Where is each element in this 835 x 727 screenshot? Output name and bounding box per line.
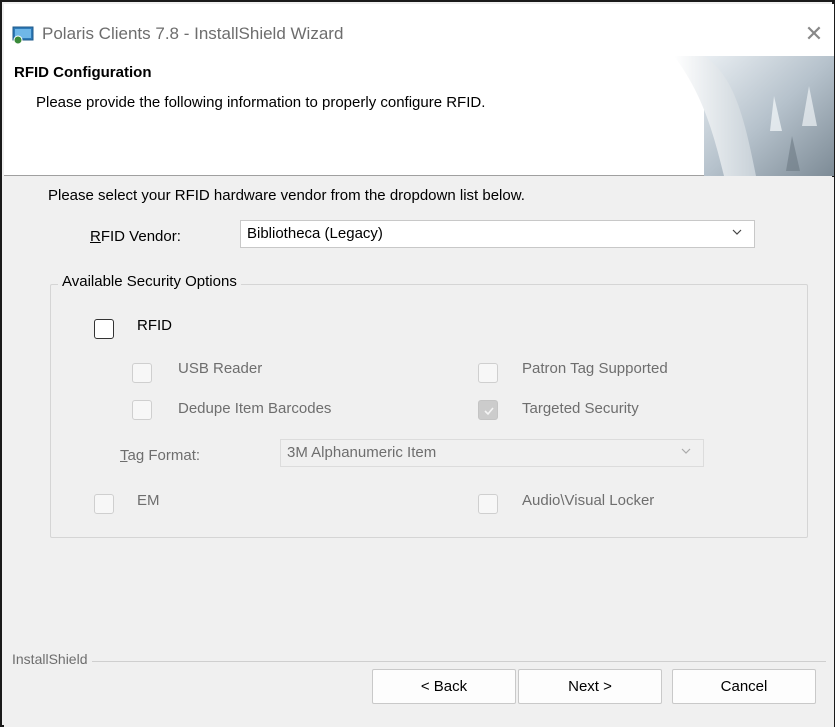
em-checkbox[interactable] xyxy=(94,494,114,514)
wizard-header: RFID Configuration Please provide the fo… xyxy=(4,56,834,176)
footer-divider xyxy=(12,661,826,662)
back-button[interactable]: < Back xyxy=(372,669,516,704)
rfid-vendor-label-text: FID Vendor: xyxy=(100,228,181,245)
title-bar[interactable]: Polaris Clients 7.8 - InstallShield Wiza… xyxy=(4,4,834,56)
window-title: Polaris Clients 7.8 - InstallShield Wiza… xyxy=(42,24,344,43)
em-label: EM xyxy=(137,492,160,509)
dedupe-barcodes-checkbox[interactable] xyxy=(132,400,152,420)
installer-dialog: Polaris Clients 7.8 - InstallShield Wiza… xyxy=(0,0,835,727)
patron-tag-label: Patron Tag Supported xyxy=(522,360,668,377)
page-subtitle: Please provide the following information… xyxy=(36,94,486,111)
chevron-down-icon xyxy=(681,448,691,454)
targeted-security-checkbox[interactable] xyxy=(478,400,498,420)
tag-format-value: 3M Alphanumeric Item xyxy=(287,444,437,461)
rfid-vendor-label: RFID Vendor: xyxy=(90,228,181,245)
rfid-vendor-dropdown[interactable]: Bibliotheca (Legacy) xyxy=(240,220,755,248)
security-options-title: Available Security Options xyxy=(58,273,241,290)
instruction-text: Please select your RFID hardware vendor … xyxy=(48,187,525,204)
tag-format-label-accelerator: T xyxy=(120,447,128,464)
tag-format-label-text: ag Format: xyxy=(127,447,201,464)
rfid-vendor-value: Bibliotheca (Legacy) xyxy=(247,225,383,242)
usb-reader-label: USB Reader xyxy=(178,360,263,377)
close-icon[interactable]: ✕ xyxy=(800,20,828,48)
tag-format-label: Tag Format: xyxy=(120,447,200,464)
next-button[interactable]: Next > xyxy=(518,669,662,704)
wizard-body: Please select your RFID hardware vendor … xyxy=(4,177,834,727)
rfid-label: RFID xyxy=(137,317,172,334)
dedupe-barcodes-label: Dedupe Item Barcodes xyxy=(178,400,332,417)
checkmark-icon xyxy=(484,407,494,416)
header-banner-image xyxy=(674,56,834,176)
targeted-security-label: Targeted Security xyxy=(522,400,639,417)
av-locker-checkbox[interactable] xyxy=(478,494,498,514)
installshield-brand: InstallShield xyxy=(12,651,92,667)
chevron-down-icon xyxy=(732,229,742,235)
tag-format-dropdown[interactable]: 3M Alphanumeric Item xyxy=(280,439,704,467)
usb-reader-checkbox[interactable] xyxy=(132,363,152,383)
page-title: RFID Configuration xyxy=(14,64,152,81)
rfid-vendor-label-accelerator: R xyxy=(90,228,101,245)
installer-icon xyxy=(12,26,34,45)
av-locker-label: Audio\Visual Locker xyxy=(522,492,655,509)
rfid-checkbox[interactable] xyxy=(94,319,114,339)
cancel-button[interactable]: Cancel xyxy=(672,669,816,704)
patron-tag-checkbox[interactable] xyxy=(478,363,498,383)
